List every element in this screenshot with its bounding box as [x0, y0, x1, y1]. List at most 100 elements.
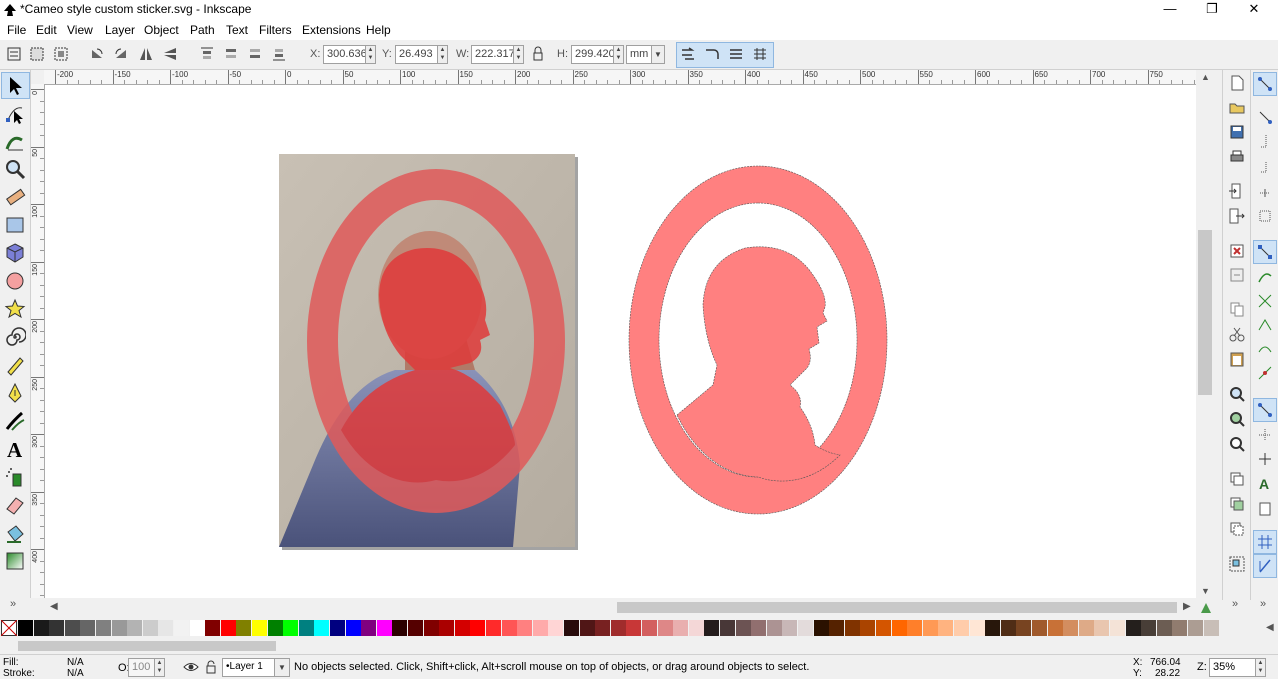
snap-grid-icon[interactable]	[1256, 533, 1274, 551]
palette-swatch[interactable]	[96, 620, 111, 636]
palette-swatch[interactable]	[1110, 620, 1125, 636]
snap-bbox-icon[interactable]	[1256, 108, 1274, 126]
palette-swatch[interactable]	[751, 620, 767, 636]
new-document-icon[interactable]	[1228, 74, 1246, 92]
palette-swatch[interactable]	[954, 620, 969, 636]
scroll-down-icon[interactable]: ▼	[1201, 586, 1210, 596]
pencil-icon[interactable]	[4, 354, 26, 376]
menu-help[interactable]: Help	[366, 23, 391, 37]
snap-center-icon[interactable]	[1256, 426, 1274, 444]
palette-swatch[interactable]	[704, 620, 720, 636]
tweak-icon[interactable]	[4, 130, 26, 152]
node-icon[interactable]	[4, 102, 26, 124]
palette-swatch[interactable]	[127, 620, 143, 636]
palette-swatch[interactable]	[782, 620, 798, 636]
palette-swatch[interactable]	[408, 620, 423, 636]
ellipse-icon[interactable]	[4, 270, 26, 292]
x-field[interactable]: 300.636 ▲ ▼	[323, 45, 376, 64]
palette-swatch[interactable]	[33, 620, 49, 636]
palette-swatch[interactable]	[330, 620, 345, 636]
spiral-icon[interactable]	[4, 326, 26, 348]
paste-icon[interactable]	[1228, 350, 1246, 368]
deselect-icon[interactable]	[53, 46, 69, 62]
clone-icon[interactable]	[1228, 495, 1246, 513]
zoom-page-icon[interactable]	[1228, 435, 1246, 453]
palette-scrollbar[interactable]	[0, 639, 1278, 653]
palette-swatch[interactable]	[579, 620, 595, 636]
palette-swatch[interactable]	[610, 620, 626, 636]
palette-swatch[interactable]	[688, 620, 704, 636]
scroll-left-icon[interactable]: ◀	[50, 601, 58, 612]
palette-swatch[interactable]	[1016, 620, 1032, 636]
snap-overflow-icon[interactable]: »	[1260, 598, 1266, 610]
redo-icon[interactable]	[1228, 266, 1246, 284]
palette-menu-icon[interactable]: ◀	[1266, 622, 1274, 633]
x-spin-arrows[interactable]: ▲ ▼	[365, 46, 375, 63]
calligraphy-icon[interactable]	[4, 410, 26, 432]
palette-swatch[interactable]	[564, 620, 579, 636]
palette-swatch[interactable]	[283, 620, 299, 636]
palette-swatch[interactable]	[1047, 620, 1063, 636]
zoom-field[interactable]: 35% ▲ ▼	[1209, 658, 1266, 677]
h-field[interactable]: 299.420 ▲ ▼	[571, 45, 624, 64]
zoom-selection-icon[interactable]	[1228, 385, 1246, 403]
palette-swatch[interactable]	[298, 620, 314, 636]
lower-to-bottom-icon[interactable]	[271, 46, 287, 62]
palette-swatch[interactable]	[80, 620, 96, 636]
snap-bbox-center-icon[interactable]	[1256, 207, 1274, 225]
import-icon[interactable]	[1228, 182, 1246, 200]
snap-cusp-icon[interactable]	[1256, 316, 1274, 334]
palette-swatch[interactable]	[876, 620, 891, 636]
palette-swatch[interactable]	[907, 620, 923, 636]
cameo-sticker[interactable]	[628, 165, 888, 515]
palette-swatch[interactable]	[486, 620, 501, 636]
palette-swatch[interactable]	[1203, 620, 1219, 636]
menu-view[interactable]: View	[67, 23, 93, 37]
snap-intersection-icon[interactable]	[1256, 292, 1274, 310]
palette-swatch[interactable]	[595, 620, 611, 636]
palette-swatch[interactable]	[1188, 620, 1203, 636]
horizontal-scrollbar[interactable]: ◀ ▶	[45, 598, 1196, 616]
palette-swatch[interactable]	[314, 620, 330, 636]
palette-swatch[interactable]	[267, 620, 283, 636]
rotate-cw-icon[interactable]	[113, 46, 129, 62]
menu-text[interactable]: Text	[226, 23, 248, 37]
text-icon[interactable]: A	[4, 438, 26, 460]
copy-icon[interactable]	[1228, 300, 1246, 318]
snap-bbox-edge-icon[interactable]	[1256, 133, 1274, 151]
layer-visibility-icon[interactable]	[183, 660, 199, 674]
commands-overflow-icon[interactable]: »	[1232, 598, 1238, 610]
snap-paths-icon[interactable]	[1256, 268, 1274, 286]
opacity-field[interactable]: 100 ▲ ▼	[128, 658, 165, 677]
eraser-icon[interactable]	[4, 494, 26, 516]
y-field[interactable]: 26.493 ▲ ▼	[395, 45, 448, 64]
unit-select[interactable]: mm ▼	[626, 45, 665, 64]
unlink-clone-icon[interactable]	[1228, 520, 1246, 538]
palette-swatch[interactable]	[392, 620, 408, 636]
palette-swatch[interactable]	[361, 620, 377, 636]
palette-swatch[interactable]	[1141, 620, 1157, 636]
palette-swatch[interactable]	[1125, 620, 1141, 636]
palette-swatch[interactable]	[720, 620, 735, 636]
palette-swatch[interactable]	[922, 620, 938, 636]
layer-lock-icon[interactable]	[204, 660, 218, 674]
menu-extensions[interactable]: Extensions	[302, 23, 361, 37]
snap-enable-icon[interactable]	[1256, 75, 1274, 93]
save-icon[interactable]	[1228, 123, 1246, 141]
lower-icon[interactable]	[247, 46, 263, 62]
scale-stroke-icon[interactable]	[680, 46, 696, 62]
palette-swatch[interactable]	[532, 620, 548, 636]
palette-swatch[interactable]	[158, 620, 174, 636]
palette-swatch[interactable]	[1156, 620, 1172, 636]
close-button[interactable]: ✕	[1234, 0, 1274, 18]
gradient-icon[interactable]	[4, 550, 26, 572]
palette-swatch[interactable]	[423, 620, 439, 636]
scroll-up-icon[interactable]: ▲	[1201, 72, 1210, 82]
menu-filters[interactable]: Filters	[259, 23, 292, 37]
snap-smooth-icon[interactable]	[1256, 340, 1274, 358]
flip-horizontal-icon[interactable]	[138, 46, 154, 62]
maximize-button[interactable]: ❐	[1192, 0, 1232, 18]
palette-swatch[interactable]	[1078, 620, 1094, 636]
spray-icon[interactable]	[4, 466, 26, 488]
vertical-scrollbar[interactable]: ▲ ▼	[1196, 70, 1214, 598]
